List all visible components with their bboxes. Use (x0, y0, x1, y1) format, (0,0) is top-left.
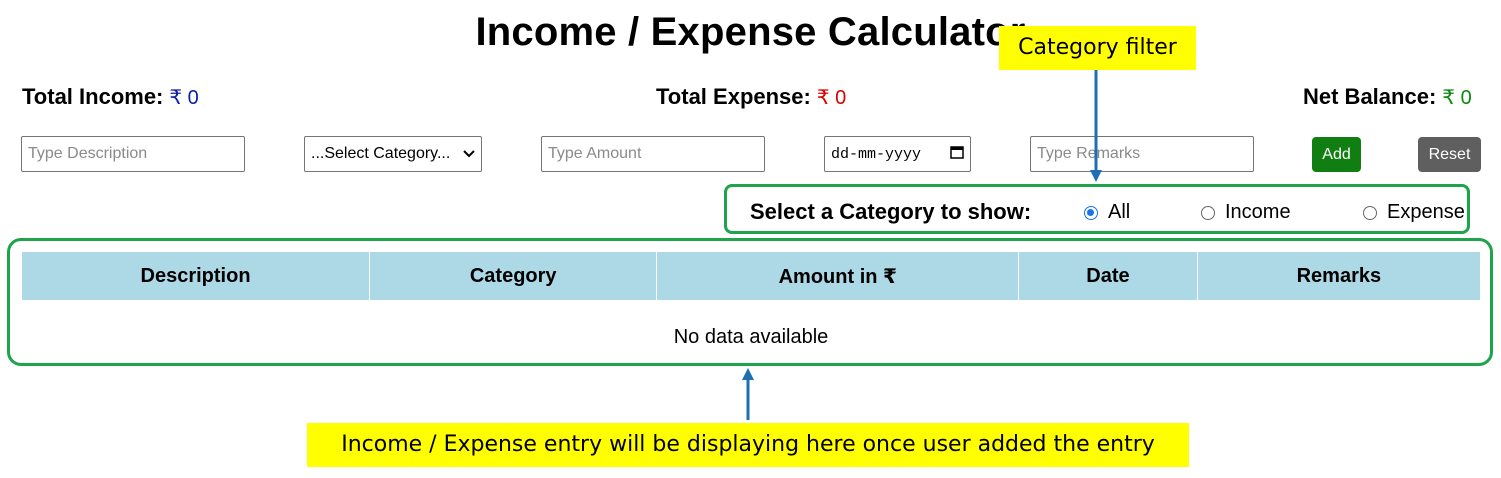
entry-note-callout: Income / Expense entry will be displayin… (307, 423, 1189, 467)
annotation-arrows (742, 70, 1102, 420)
entries-arrow (742, 368, 754, 420)
category-filter-callout: Category filter (999, 26, 1196, 70)
filter-arrow (1090, 70, 1102, 182)
